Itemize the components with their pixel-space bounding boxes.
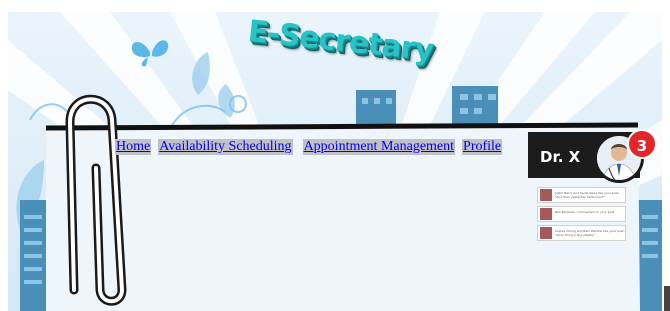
notification-text: Ben Bergmen commented on your post: [555, 209, 615, 214]
nav-link-profile[interactable]: Profile: [462, 139, 503, 155]
user-name: Dr. X: [540, 148, 581, 166]
notification-badge-icon[interactable]: 3: [627, 129, 657, 159]
notification-text: Sophia Chung and Rein Wander like your p…: [555, 228, 625, 237]
notification-item[interactable]: Sophia Chung and Rein Wander like your p…: [537, 225, 626, 241]
nav-link-home[interactable]: Home: [115, 139, 152, 155]
content-panel-top-border: [45, 122, 639, 131]
scrollbar-fragment[interactable]: [664, 286, 670, 311]
notification-thumbnail: [540, 208, 552, 220]
notification-item[interactable]: Ben Bergmen commented on your post: [537, 206, 626, 222]
notification-list: Justin Barry and Sarah Rena like your po…: [537, 187, 626, 244]
notification-thumbnail: [540, 227, 552, 239]
page-background: E-Secretary Home Availability Scheduling…: [0, 0, 670, 311]
notification-thumbnail: [540, 189, 552, 201]
notification-text: Justin Barry and Sarah Rena like your po…: [555, 190, 620, 199]
main-nav: Home Availability Scheduling Appointment…: [115, 139, 509, 155]
notification-item[interactable]: Justin Barry and Sarah Rena like your po…: [537, 187, 626, 203]
nav-link-appointment-management[interactable]: Appointment Management: [302, 139, 456, 155]
nav-link-availability-scheduling[interactable]: Availability Scheduling: [158, 139, 293, 155]
